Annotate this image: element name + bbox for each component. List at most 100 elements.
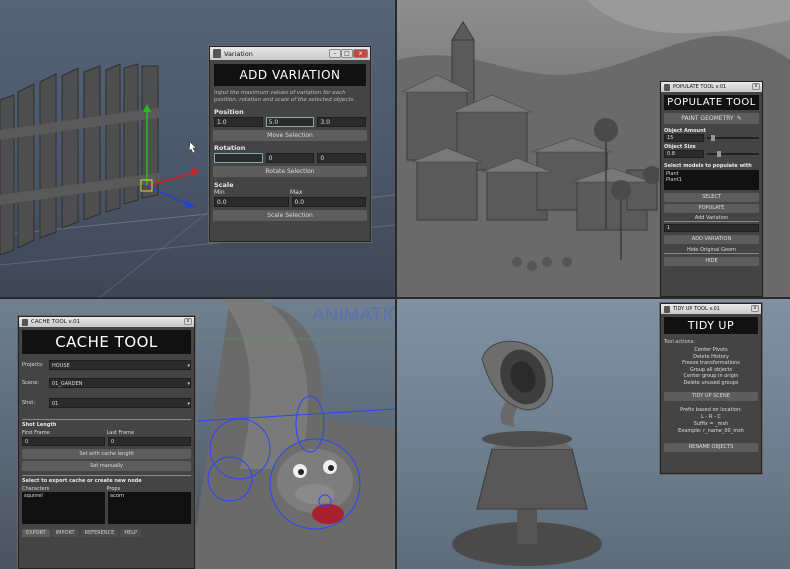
action-item: Delete unused groups [683,379,739,386]
projects-value: HOUSE [52,363,70,369]
close-icon[interactable]: x [752,83,760,90]
last-frame-label: Last Frame [106,430,135,436]
object-size-label: Object Size [664,144,696,150]
close-icon[interactable]: x [353,49,368,58]
populate-window[interactable]: POPULATE TOOL v.01 x POPULATE TOOL PAINT… [660,81,763,297]
viewport-village[interactable]: POPULATE TOOL v.01 x POPULATE TOOL PAINT… [397,0,790,297]
tidy-banner: TIDY UP [664,317,758,334]
populate-banner: POPULATE TOOL [664,95,759,110]
prefix-line: Suffix = _msh [693,421,729,427]
hide-original-label: Hide Original Geom [664,247,759,254]
select-button[interactable]: SELECT [664,193,759,202]
tool-actions-list: Center Pivots Delete History Freeze tran… [661,347,761,386]
shot-value: 01 [52,401,59,407]
variation-banner: ADD VARIATION [214,64,366,86]
animation-viewport-text: ANIMATIO [312,305,395,326]
props-list[interactable]: acorn [108,492,191,524]
add-variation-label: Add Variation [664,215,759,222]
projects-dropdown[interactable]: HOUSE ▾ [49,360,191,370]
slider-handle[interactable] [711,135,715,141]
scene-dropdown[interactable]: 01_GARDEN ▾ [49,378,191,388]
model-item[interactable]: Plant1 [666,177,757,183]
character-item[interactable]: squirrel [24,493,103,499]
move-selection-button[interactable]: Move Selection [213,130,367,141]
prefix-line: Prefix based on location: [680,407,742,413]
maximize-icon[interactable]: □ [341,49,353,58]
prefix-info: Prefix based on location: L - R - C Suff… [661,407,761,435]
position-x-field[interactable]: 1.0 [214,117,263,127]
scale-max-field[interactable]: 0.0 [291,197,366,207]
shot-dropdown[interactable]: 01 ▾ [49,398,191,408]
viewport-character[interactable]: ANIMATIO CACHE TOOL v.01 x CACHE TOOL Pr… [0,299,395,569]
cache-window[interactable]: CACHE TOOL v.01 x CACHE TOOL Projects: H… [18,316,195,569]
tidy-window-title: TIDY UP TOOL v.01 [673,306,720,312]
object-amount-slider[interactable] [707,135,759,141]
scale-selection-button[interactable]: Scale Selection [213,210,367,221]
maya-app-icon [213,49,221,58]
rotation-x-field[interactable] [214,153,263,163]
rotation-y-field[interactable]: 0 [265,153,315,163]
chevron-down-icon: ▾ [187,381,190,387]
set-manually-button[interactable]: Set manually [22,461,191,471]
populate-window-title: POPULATE TOOL v.01 [673,84,727,90]
variation-field[interactable]: 1 [664,224,759,232]
last-frame-field[interactable]: 0 [108,437,191,446]
object-size-field[interactable]: 0.8 [664,150,704,158]
position-label: Position [214,108,244,116]
tidy-up-scene-button[interactable]: TIDY UP SCENE [664,392,758,401]
first-frame-field[interactable]: 0 [22,437,105,446]
rename-objects-button[interactable]: RENAME OBJECTS [664,443,758,452]
cache-window-title: CACHE TOOL v.01 [31,319,81,325]
close-icon[interactable]: x [751,305,759,312]
close-icon[interactable]: x [184,318,192,325]
select-export-label: Select to export cache or create new nod… [22,478,142,484]
position-y-field[interactable]: 5.0 [265,117,315,127]
variation-titlebar[interactable]: Variation – □ x [210,47,370,60]
minimize-icon[interactable]: – [329,49,341,58]
populate-titlebar[interactable]: POPULATE TOOL v.01 x [661,82,762,92]
populate-button[interactable]: POPULATE [664,204,759,213]
tab-reference[interactable]: REFERENCE [80,529,119,537]
rotation-z-field[interactable]: 0 [317,153,367,163]
variation-window[interactable]: Variation – □ x ADD VARIATION Input the … [209,46,371,242]
shot-label: Shot: [22,400,36,406]
set-cache-length-button[interactable]: Set with cache length [22,449,191,459]
scale-min-label: Min [214,189,225,196]
scene-value: 01_GARDEN [52,381,83,387]
cache-titlebar[interactable]: CACHE TOOL v.01 x [19,317,194,327]
scale-min-field[interactable]: 0.0 [214,197,289,207]
paint-geometry-button[interactable]: PAINT GEOMETRY ✎ [664,113,759,124]
chevron-down-icon: ▾ [187,401,190,407]
tab-help[interactable]: HELP [120,529,142,537]
position-z-field[interactable]: 3.0 [317,117,367,127]
tab-import[interactable]: IMPORT [51,529,79,537]
paint-geometry-label: PAINT GEOMETRY [681,115,734,122]
viewport-gramophone[interactable]: TIDY UP TOOL v.01 x TIDY UP Tool actions… [397,299,790,569]
prefix-line: L - R - C [701,414,721,420]
viewport-fence[interactable]: Variation – □ x ADD VARIATION Input the … [0,0,395,297]
object-size-slider[interactable] [707,151,759,157]
projects-label: Projects: [22,362,44,368]
prefix-line: Example: r_name_00_msh [678,428,744,434]
object-amount-field[interactable]: 15 [664,134,704,142]
slider-handle[interactable] [717,151,721,157]
prop-item[interactable]: acorn [110,493,189,499]
object-amount-label: Object Amount [664,128,707,134]
first-frame-label: First Frame [22,430,50,436]
characters-list[interactable]: squirrel [22,492,105,524]
paint-brush-icon: ✎ [736,115,742,122]
variation-window-title: Variation [224,49,253,58]
rotate-selection-button[interactable]: Rotate Selection [213,166,367,177]
tab-export[interactable]: EXPORT [22,529,50,537]
models-list[interactable]: Plant Plant1 [664,170,759,190]
hide-button[interactable]: HIDE [664,257,759,266]
scene-label: Scene: [22,380,39,386]
select-models-label: Select models to populate with [664,163,752,169]
add-variation-button[interactable]: ADD VARIATION [664,235,759,244]
rotation-label: Rotation [214,144,246,152]
variation-description: Input the maximum values of variation fo… [214,90,356,103]
tidy-titlebar[interactable]: TIDY UP TOOL v.01 x [661,304,761,314]
cache-banner: CACHE TOOL [22,330,191,354]
scale-label: Scale [214,181,234,189]
tidy-window[interactable]: TIDY UP TOOL v.01 x TIDY UP Tool actions… [660,303,762,474]
